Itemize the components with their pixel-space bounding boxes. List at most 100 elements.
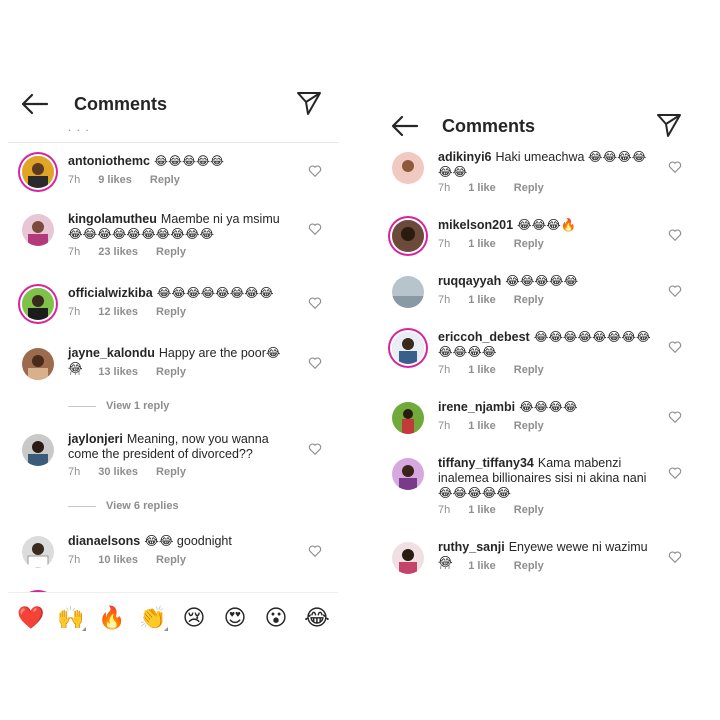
comment-item: kingolamutheu Maembe ni ya msimu 😂😂😂😂😂😂😂😂… bbox=[8, 210, 338, 280]
avatar[interactable] bbox=[22, 156, 54, 188]
reply-button[interactable]: Reply bbox=[514, 294, 544, 306]
avatar[interactable] bbox=[22, 434, 54, 466]
heart-eyes-icon[interactable]: 😍 bbox=[220, 603, 250, 633]
comment-likes[interactable]: 1 like bbox=[468, 182, 496, 194]
comment-likes[interactable]: 23 likes bbox=[98, 246, 138, 258]
comment-likes[interactable]: 10 likes bbox=[98, 554, 138, 566]
avatar[interactable] bbox=[392, 276, 424, 308]
comment-body: irene_njambi 😂😂😂😂 bbox=[438, 400, 654, 415]
more-comments-indicator[interactable]: . . . bbox=[68, 120, 90, 134]
comment-username[interactable]: adikinyi6 bbox=[438, 150, 492, 164]
avatar[interactable] bbox=[392, 332, 424, 364]
avatar[interactable] bbox=[22, 288, 54, 320]
comment-likes[interactable]: 12 likes bbox=[98, 306, 138, 318]
comment-meta: 7h 10 likes Reply bbox=[68, 554, 204, 566]
reply-button[interactable]: Reply bbox=[514, 364, 544, 376]
avatar[interactable] bbox=[392, 458, 424, 490]
like-heart-icon[interactable] bbox=[668, 466, 682, 480]
send-icon[interactable] bbox=[296, 90, 322, 116]
reply-button[interactable]: Reply bbox=[156, 366, 186, 378]
reply-button[interactable]: Reply bbox=[514, 420, 544, 432]
avatar[interactable] bbox=[392, 152, 424, 184]
tears-of-joy-icon[interactable]: 😂 bbox=[302, 603, 332, 633]
like-heart-icon[interactable] bbox=[668, 284, 682, 298]
view-replies-link[interactable]: View 1 reply bbox=[68, 400, 169, 412]
reply-button[interactable]: Reply bbox=[514, 182, 544, 194]
comment-likes[interactable]: 9 likes bbox=[98, 174, 132, 186]
comment-time: 7h bbox=[438, 182, 451, 194]
reply-button[interactable]: Reply bbox=[156, 306, 186, 318]
comment-meta: 7h 23 likes Reply bbox=[68, 246, 204, 258]
like-heart-icon[interactable] bbox=[308, 164, 322, 178]
avatar[interactable] bbox=[392, 402, 424, 434]
reply-button[interactable]: Reply bbox=[514, 238, 544, 250]
back-arrow-icon[interactable] bbox=[20, 92, 50, 116]
like-heart-icon[interactable] bbox=[668, 550, 682, 564]
crying-face-icon[interactable]: 😢 bbox=[179, 603, 209, 633]
comment-username[interactable]: jaylonjeri bbox=[68, 432, 123, 446]
comment-username[interactable]: officialwizkiba bbox=[68, 286, 153, 300]
reply-button[interactable]: Reply bbox=[156, 466, 186, 478]
clapping-hands-icon[interactable]: 👏 bbox=[138, 603, 168, 633]
page-title: Comments bbox=[74, 94, 168, 114]
comment-text: 😂😂😂😂😂 bbox=[505, 274, 579, 288]
page-title: Comments bbox=[442, 116, 536, 136]
comment-item: jaylonjeri Meaning, now you wanna come th… bbox=[8, 430, 338, 500]
reply-button[interactable]: Reply bbox=[156, 246, 186, 258]
send-icon[interactable] bbox=[656, 112, 682, 138]
comment-username[interactable]: jayne_kalondu bbox=[68, 346, 155, 360]
comment-body: tiffany_tiffany34 Kama mabenzi inalemea b… bbox=[438, 456, 654, 501]
comment-time: 7h bbox=[68, 366, 81, 378]
like-heart-icon[interactable] bbox=[308, 222, 322, 236]
surprised-face-icon[interactable]: 😮 bbox=[261, 603, 291, 633]
comment-username[interactable]: tiffany_tiffany34 bbox=[438, 456, 534, 470]
avatar[interactable] bbox=[392, 220, 424, 252]
comment-likes[interactable]: 1 like bbox=[468, 504, 496, 516]
comment-likes[interactable]: 13 likes bbox=[98, 366, 138, 378]
avatar[interactable] bbox=[392, 542, 424, 574]
like-heart-icon[interactable] bbox=[668, 340, 682, 354]
comment-meta: 7h 1 like Reply bbox=[438, 182, 562, 194]
comment-time: 7h bbox=[438, 420, 451, 432]
red-heart-icon[interactable]: ❤️ bbox=[16, 603, 46, 633]
comment-item: ericcoh_debest 😂😂😂😂😂😂😂😂😂😂😂😂 7h 1 like Reply bbox=[378, 328, 698, 398]
comment-username[interactable]: irene_njambi bbox=[438, 400, 515, 414]
reply-button[interactable]: Reply bbox=[156, 554, 186, 566]
comment-likes[interactable]: 1 like bbox=[468, 364, 496, 376]
comment-username[interactable]: antoniothemc bbox=[68, 154, 150, 168]
avatar[interactable] bbox=[22, 536, 54, 568]
like-heart-icon[interactable] bbox=[308, 296, 322, 310]
comment-item: dianaelsons 😂😂 goodnight 7h 10 likes Reply bbox=[8, 532, 338, 592]
comment-meta: 7h 1 like Reply bbox=[438, 560, 562, 572]
top-bar: Comments bbox=[378, 104, 698, 152]
comment-meta: 7h 30 likes Reply bbox=[68, 466, 204, 478]
like-heart-icon[interactable] bbox=[308, 544, 322, 558]
back-arrow-icon[interactable] bbox=[390, 114, 420, 138]
comment-likes[interactable]: 1 like bbox=[468, 560, 496, 572]
reply-button[interactable]: Reply bbox=[150, 174, 180, 186]
reply-button[interactable]: Reply bbox=[514, 504, 544, 516]
like-heart-icon[interactable] bbox=[668, 228, 682, 242]
like-heart-icon[interactable] bbox=[308, 442, 322, 456]
like-heart-icon[interactable] bbox=[308, 356, 322, 370]
like-heart-icon[interactable] bbox=[668, 410, 682, 424]
raising-hands-icon[interactable]: 🙌 bbox=[56, 603, 86, 633]
comment-likes[interactable]: 1 like bbox=[468, 238, 496, 250]
comment-username[interactable]: mikelson201 bbox=[438, 218, 513, 232]
comment-username[interactable]: ericcoh_debest bbox=[438, 330, 530, 344]
comment-time: 7h bbox=[438, 294, 451, 306]
comment-username[interactable]: kingolamutheu bbox=[68, 212, 157, 226]
comment-likes[interactable]: 1 like bbox=[468, 294, 496, 306]
comment-likes[interactable]: 1 like bbox=[468, 420, 496, 432]
comment-username[interactable]: dianaelsons bbox=[68, 534, 140, 548]
comment-username[interactable]: ruqqayyah bbox=[438, 274, 501, 288]
like-heart-icon[interactable] bbox=[668, 160, 682, 174]
avatar[interactable] bbox=[22, 214, 54, 246]
fire-icon[interactable]: 🔥 bbox=[97, 603, 127, 633]
comment-username[interactable]: ruthy_sanji bbox=[438, 540, 505, 554]
avatar[interactable] bbox=[22, 348, 54, 380]
divider bbox=[8, 142, 338, 143]
view-replies-link[interactable]: View 6 replies bbox=[68, 500, 179, 512]
comment-likes[interactable]: 30 likes bbox=[98, 466, 138, 478]
reply-button[interactable]: Reply bbox=[514, 560, 544, 572]
